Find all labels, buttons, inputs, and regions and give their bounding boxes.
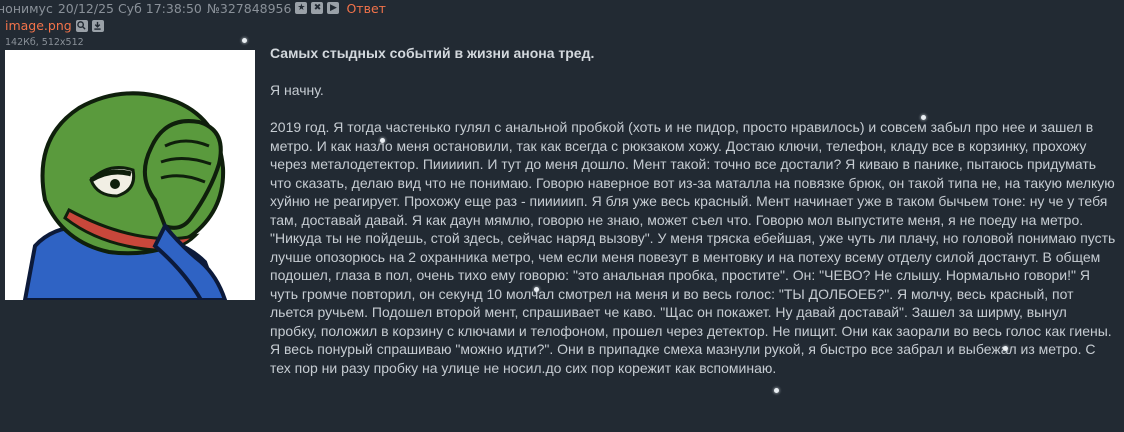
- snow-dot: [242, 38, 247, 43]
- post-header: нонимус 20/12/25 Суб 17:38:50 №327848956…: [0, 0, 386, 16]
- post-datetime: 20/12/25 Суб 17:38:50: [57, 0, 202, 16]
- file-name-link[interactable]: image.png: [5, 18, 72, 33]
- post-title: Самых стыдных событий в жизни анона тред…: [270, 45, 595, 61]
- star-icon[interactable]: ★: [295, 2, 308, 14]
- close-icon[interactable]: ✖: [311, 2, 324, 14]
- snow-dot: [774, 388, 779, 393]
- poster-name: нонимус: [0, 0, 53, 16]
- sad-frog-image: [5, 50, 255, 300]
- file-meta: 142Кб, 512x512: [5, 37, 84, 48]
- post-message: Самых стыдных событий в жизни анона тред…: [270, 44, 1116, 377]
- post-number[interactable]: №327848956: [207, 1, 292, 16]
- post-text: 2019 год. Я тогда частенько гулял с анал…: [270, 119, 1116, 376]
- snow-dot: [534, 287, 539, 292]
- snow-dot: [1003, 346, 1008, 351]
- snow-dot: [380, 138, 385, 143]
- post-intro: Я начну.: [270, 82, 324, 98]
- post-image-thumbnail[interactable]: [5, 50, 255, 300]
- file-info: image.png: [5, 18, 104, 33]
- search-icon[interactable]: [75, 19, 88, 32]
- reply-link[interactable]: Ответ: [346, 1, 385, 16]
- play-icon[interactable]: ▶: [327, 2, 340, 14]
- snow-dot: [921, 115, 926, 120]
- download-icon[interactable]: [91, 19, 104, 32]
